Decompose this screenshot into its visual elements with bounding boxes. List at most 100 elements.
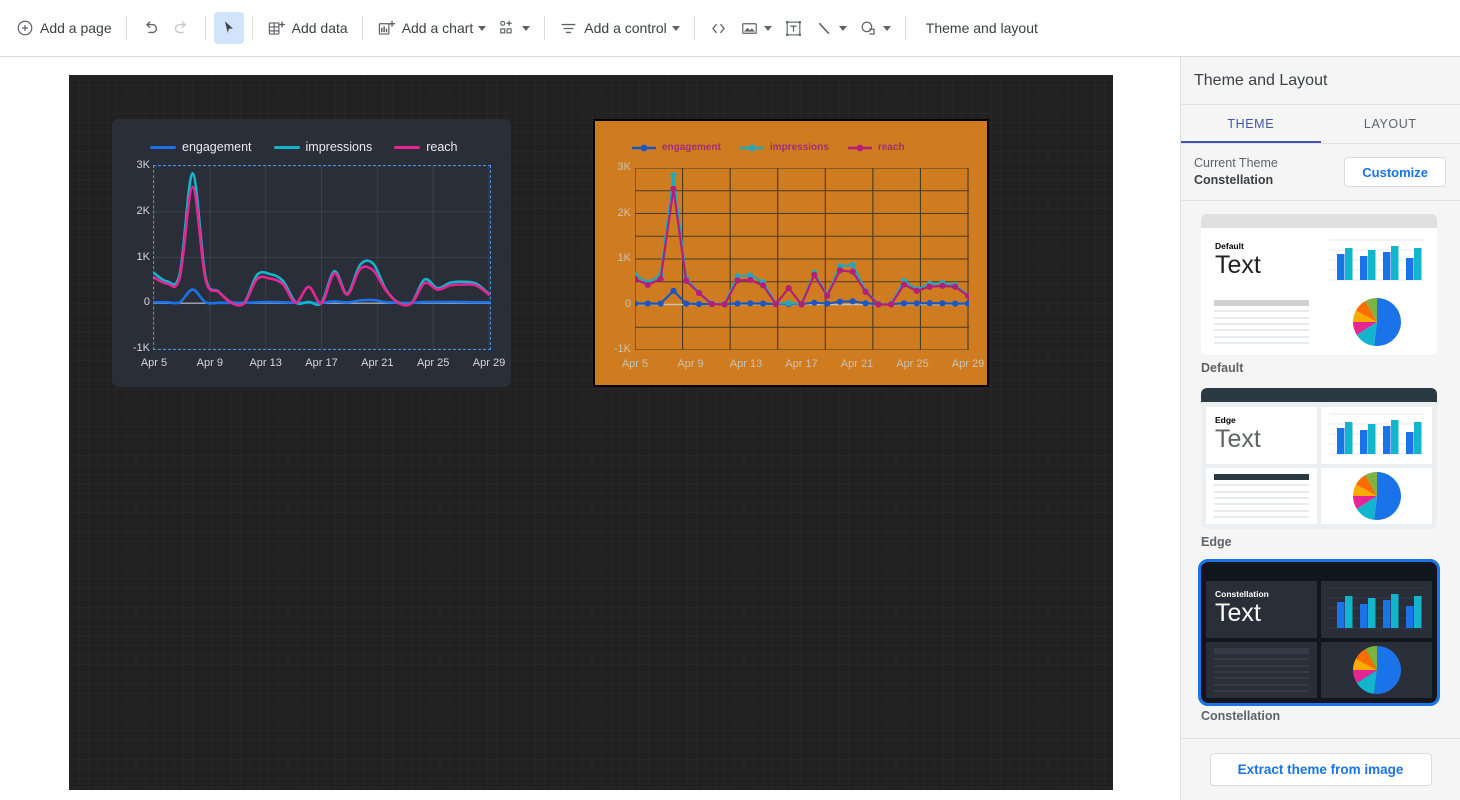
insert-line-button[interactable]	[809, 12, 853, 44]
chevron-down-icon	[882, 25, 891, 31]
thumbnail-table-row	[1214, 509, 1309, 512]
y-axis-tick: 2K	[617, 206, 631, 219]
thumbnail-top-bar	[1201, 562, 1437, 576]
theme-option-label: Edge	[1201, 535, 1232, 549]
toolbar-divider	[251, 16, 253, 40]
x-axis-tick: Apr 21	[361, 357, 394, 369]
theme-option-constellation[interactable]: Constellation Text Constellation	[1198, 559, 1440, 723]
thumbnail-table-row	[1214, 664, 1309, 667]
legend-item-reach[interactable]: reach	[394, 140, 457, 154]
panel-tabs: THEME LAYOUT	[1181, 105, 1460, 144]
legend-item-engagement[interactable]: engagement	[150, 140, 252, 154]
undo-button[interactable]	[135, 12, 166, 44]
current-theme-name: Constellation	[1194, 173, 1274, 187]
thumbnail-bar-chart-cell	[1321, 233, 1432, 290]
extract-theme-from-image-button[interactable]: Extract theme from image	[1209, 753, 1432, 786]
add-control-button[interactable]: Add a control	[553, 12, 686, 44]
thumbnail-table-row	[1214, 516, 1309, 519]
app-root: Add a page Add data Add a chart Add a co…	[0, 0, 1460, 800]
text-box-icon	[784, 19, 803, 38]
add-chart-label: Add a chart	[401, 20, 474, 36]
legend-label-engagement: engagement	[182, 140, 252, 154]
current-theme-row: Current Theme Constellation Customize	[1181, 144, 1460, 201]
chart1-plot-area[interactable]	[152, 165, 491, 350]
add-page-button[interactable]: Add a page	[10, 12, 118, 44]
add-community-visualization-button[interactable]	[492, 12, 536, 44]
legend-item-impressions[interactable]: impressions	[739, 142, 829, 153]
add-page-label: Add a page	[40, 20, 112, 36]
legend-item-reach[interactable]: reach	[847, 142, 905, 153]
x-axis-tick: Apr 29	[472, 357, 506, 369]
insert-image-button[interactable]	[734, 12, 778, 44]
add-data-icon	[267, 19, 286, 38]
x-axis-tick: Apr 25	[416, 357, 450, 369]
x-axis-tick: Apr 17	[305, 357, 338, 369]
current-theme-info: Current Theme Constellation	[1194, 155, 1278, 189]
thumbnail-table-row	[1214, 503, 1309, 506]
x-axis-tick: Apr 13	[729, 358, 763, 370]
thumbnail-table-row	[1214, 342, 1309, 345]
thumbnail-body: Default Text	[1201, 228, 1437, 355]
cursor-arrow-icon	[221, 20, 237, 36]
canvas-area[interactable]: engagement impressions reach 3K 2K 1K 0 -1	[0, 57, 1180, 800]
y-axis-tick: 2K	[136, 204, 150, 217]
thumbnail-text-cell: Constellation Text	[1206, 581, 1317, 638]
x-axis-tick: Apr 25	[896, 358, 929, 370]
legend-swatch-engagement	[632, 144, 656, 151]
x-axis-tick: Apr 13	[249, 357, 282, 369]
y-axis-tick: 3K	[617, 161, 631, 173]
legend-item-engagement[interactable]: engagement	[632, 142, 721, 153]
thumbnail-text-cell: Default Text	[1206, 233, 1317, 290]
tab-layout[interactable]: LAYOUT	[1321, 105, 1460, 143]
chevron-down-icon	[522, 25, 531, 31]
x-axis-tick: Apr 29	[951, 358, 985, 370]
tab-theme-label: THEME	[1227, 117, 1275, 131]
insert-text-button[interactable]	[778, 12, 809, 44]
thumbnail-bar-chart-icon	[1329, 413, 1425, 455]
add-chart-button[interactable]: Add a chart	[371, 12, 493, 44]
theme-option-edge[interactable]: Edge Text Edge	[1201, 388, 1440, 549]
toolbar-divider	[204, 16, 206, 40]
thumbnail-bar-chart-cell	[1321, 407, 1432, 464]
legend-item-impressions[interactable]: impressions	[273, 140, 372, 154]
legend-swatch-reach	[394, 145, 421, 149]
redo-button[interactable]	[166, 12, 197, 44]
customize-button[interactable]: Customize	[1344, 157, 1446, 187]
x-axis-tick: Apr 21	[840, 358, 874, 370]
image-icon	[740, 19, 759, 38]
community-visualization-icon	[498, 19, 517, 38]
x-axis-tick: Apr 5	[621, 358, 649, 370]
x-axis-tick: Apr 5	[140, 357, 168, 369]
add-data-button[interactable]: Add data	[261, 12, 354, 44]
add-circle-icon	[16, 19, 34, 37]
thumbnail-bar-chart-icon	[1329, 587, 1425, 629]
tab-theme[interactable]: THEME	[1181, 105, 1321, 143]
extract-theme-footer: Extract theme from image	[1181, 738, 1460, 800]
x-axis-tick: Apr 17	[785, 358, 818, 370]
theme-and-layout-label: Theme and layout	[925, 20, 1038, 36]
theme-list[interactable]: Default Text Default Edge Text Edge Constellat…	[1181, 201, 1460, 738]
theme-and-layout-button[interactable]: Theme and layout	[920, 12, 1044, 44]
chart2-svg	[631, 167, 972, 351]
chart2-plot-area[interactable]	[631, 167, 972, 351]
thumbnail-table-row	[1214, 329, 1309, 332]
theme-thumbnail[interactable]: Constellation Text	[1198, 559, 1440, 706]
select-tool-button[interactable]	[213, 12, 244, 44]
theme-thumbnail[interactable]: Edge Text	[1201, 388, 1437, 529]
insert-shape-button[interactable]	[853, 12, 897, 44]
theme-option-default[interactable]: Default Text Default	[1201, 214, 1440, 375]
thumbnail-top-bar	[1201, 214, 1437, 228]
report-page[interactable]: engagement impressions reach 3K 2K 1K 0 -1	[69, 75, 1113, 790]
toolbar-divider	[361, 16, 363, 40]
x-axis-tick: Apr 9	[196, 357, 223, 369]
theme-thumbnail[interactable]: Default Text	[1201, 214, 1437, 355]
customize-label: Customize	[1362, 164, 1428, 180]
x-axis-tick: Apr 9	[677, 358, 704, 370]
thumbnail-table-row	[1214, 658, 1309, 661]
chart-constellation[interactable]: engagement impressions reach 3K 2K 1K 0 -1	[112, 119, 511, 387]
thumbnail-pie-chart-icon	[1352, 471, 1401, 520]
thumbnail-table-row	[1214, 690, 1309, 693]
legend-swatch-engagement	[150, 145, 176, 149]
chart-extracted-orange[interactable]: engagement impressions reach 3K 2K 1K 0 …	[593, 119, 989, 387]
embed-code-button[interactable]	[703, 12, 734, 44]
